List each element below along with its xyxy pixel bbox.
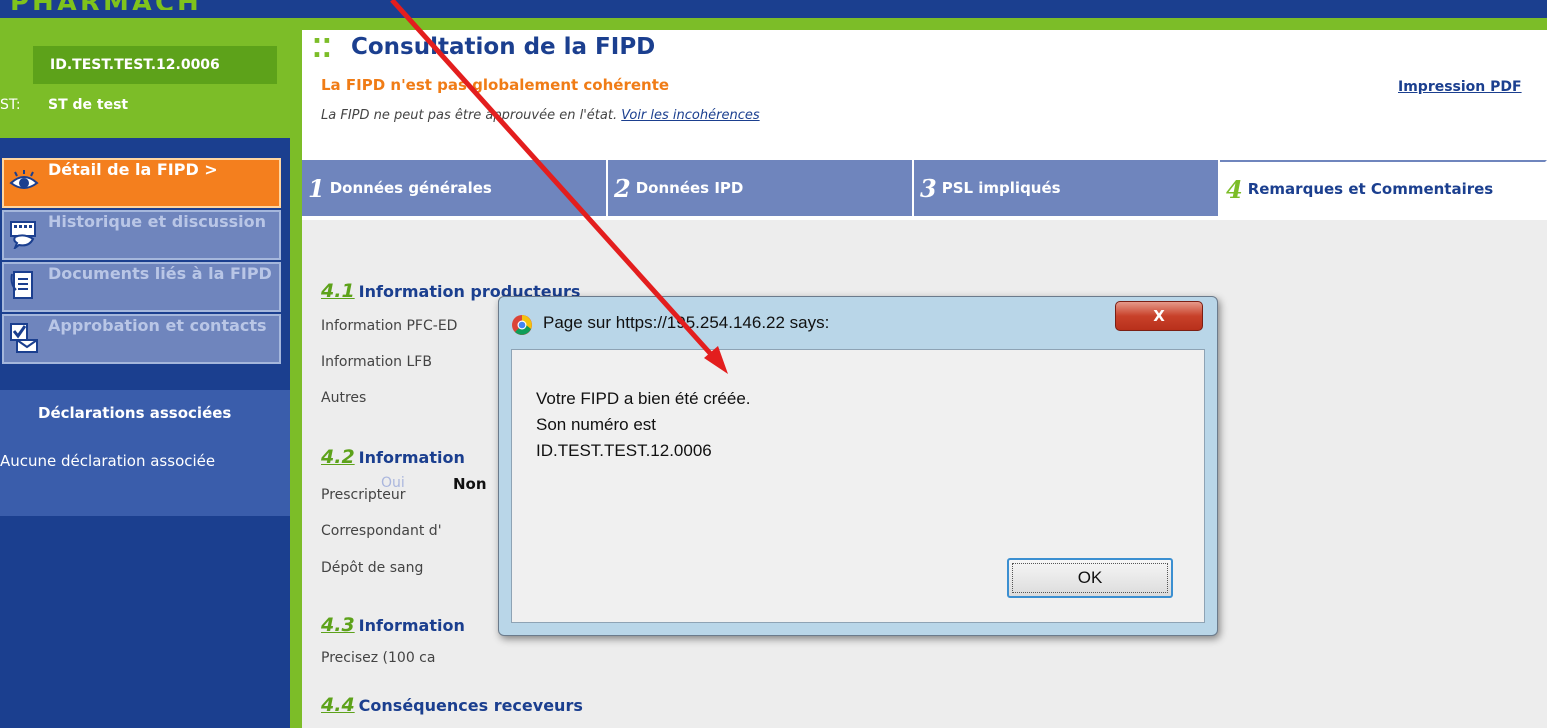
tab-donnees-generales[interactable]: 1 Données générales bbox=[302, 160, 608, 216]
section-4-2-header: 4.2 Information bbox=[321, 446, 465, 468]
tab-bar: 1 Données générales 2 Données IPD 3 PSL … bbox=[302, 160, 1547, 216]
tab-remarques-commentaires[interactable]: 4 Remarques et Commentaires bbox=[1220, 160, 1547, 216]
dialog-message-line: ID.TEST.TEST.12.0006 bbox=[536, 441, 712, 460]
row-precisez: Precisez (100 ca bbox=[321, 650, 436, 666]
sidebar: ID.TEST.TEST.12.0006 ST: ST de test Déta… bbox=[0, 18, 290, 728]
top-banner: PHARMACH bbox=[0, 0, 1547, 18]
chrome-icon bbox=[511, 314, 533, 336]
nav-label: Historique et discussion bbox=[48, 212, 266, 231]
focus-ring bbox=[1012, 563, 1168, 593]
option-non[interactable]: Non bbox=[453, 475, 487, 493]
tab-psl-impliques[interactable]: 3 PSL impliqués bbox=[914, 160, 1220, 216]
row-autres: Autres bbox=[321, 390, 367, 406]
nav-label: Détail de la FIPD > bbox=[48, 160, 218, 179]
section-4-4-header: 4.4 Conséquences receveurs bbox=[321, 694, 583, 716]
dialog-message-line: Votre FIPD a bien été créée. bbox=[536, 389, 751, 408]
tab-number: 4 bbox=[1226, 174, 1243, 204]
alert-dialog: Page sur https://195.254.146.22 says: X … bbox=[498, 296, 1218, 636]
nav-label: Documents liés à la FIPD bbox=[48, 264, 272, 283]
dialog-message-line: Son numéro est bbox=[536, 415, 657, 434]
eye-icon bbox=[8, 166, 40, 198]
dialog-title: Page sur https://195.254.146.22 says: bbox=[543, 313, 830, 332]
tab-number: 3 bbox=[920, 173, 937, 203]
tab-label: PSL impliqués bbox=[941, 179, 1061, 197]
tab-number: 1 bbox=[308, 173, 325, 203]
document-icon bbox=[8, 270, 40, 302]
dialog-titlebar[interactable]: Page sur https://195.254.146.22 says: X bbox=[499, 297, 1217, 345]
row-depot-sang: Dépôt de sang bbox=[321, 560, 424, 576]
nav-approbation[interactable]: Approbation et contacts bbox=[2, 314, 281, 364]
section-4-3-header: 4.3 Information bbox=[321, 614, 465, 636]
row-correspondant: Correspondant d' bbox=[321, 523, 442, 539]
st-value: ST de test bbox=[48, 97, 129, 113]
option-oui[interactable]: Oui bbox=[381, 475, 405, 491]
print-pdf-link[interactable]: Impression PDF bbox=[1398, 79, 1522, 95]
page-title: Consultation de la FIPD bbox=[351, 34, 656, 60]
nav-documents[interactable]: Documents liés à la FIPD bbox=[2, 262, 281, 312]
row-information-lfb: Information LFB bbox=[321, 354, 432, 370]
row-information-pfc: Information PFC-ED bbox=[321, 318, 458, 334]
fipd-id-number: ID.TEST.TEST.12.0006 bbox=[33, 46, 277, 84]
title-bullet-icon: ⁚⁚ bbox=[312, 34, 332, 64]
tab-label: Remarques et Commentaires bbox=[1247, 180, 1494, 198]
fipd-id-box: ID.TEST.TEST.12.0006 ST: ST de test bbox=[0, 18, 290, 138]
dialog-message: Votre FIPD a bien été créée. Son numéro … bbox=[536, 386, 751, 464]
keyboard-chat-icon bbox=[8, 218, 40, 250]
nav-label: Approbation et contacts bbox=[48, 316, 267, 335]
associated-declarations-panel: Déclarations associées Aucune déclaratio… bbox=[0, 390, 290, 516]
tab-label: Données IPD bbox=[635, 179, 744, 197]
checkbox-envelope-icon bbox=[8, 322, 40, 354]
approval-note-text: La FIPD ne peut pas être approuvée en l'… bbox=[321, 108, 618, 123]
tab-label: Données générales bbox=[329, 179, 492, 197]
coherence-warning: La FIPD n'est pas globalement cohérente bbox=[321, 76, 670, 94]
dialog-close-button[interactable]: X bbox=[1115, 301, 1203, 331]
app-logo: PHARMACH bbox=[0, 0, 270, 10]
nav-detail-fipd[interactable]: Détail de la FIPD > bbox=[2, 158, 281, 208]
st-label: ST: bbox=[0, 97, 21, 113]
tab-number: 2 bbox=[614, 173, 631, 203]
ok-button[interactable]: OK bbox=[1007, 558, 1173, 598]
dialog-body: Votre FIPD a bien été créée. Son numéro … bbox=[511, 349, 1205, 623]
associated-declarations-title: Déclarations associées bbox=[38, 404, 232, 422]
approval-note: La FIPD ne peut pas être approuvée en l'… bbox=[321, 108, 760, 123]
tab-donnees-ipd[interactable]: 2 Données IPD bbox=[608, 160, 914, 216]
associated-declarations-text: Aucune déclaration associée bbox=[0, 452, 216, 470]
view-inconsistencies-link[interactable]: Voir les incohérences bbox=[621, 108, 759, 123]
nav-historique[interactable]: Historique et discussion bbox=[2, 210, 281, 260]
